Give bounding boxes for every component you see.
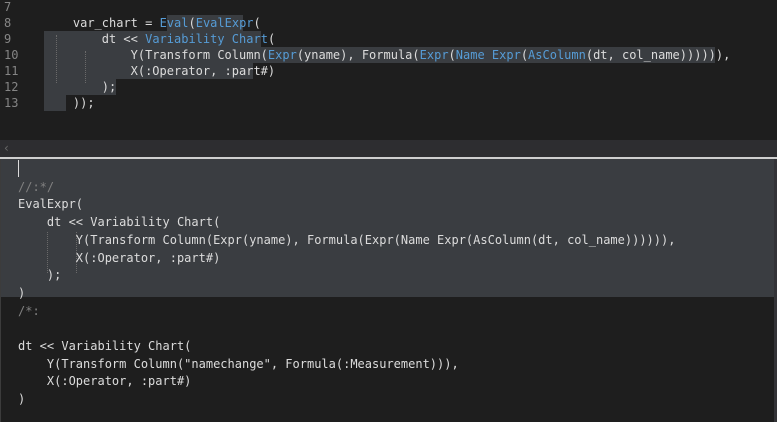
code-line[interactable]: X(:Operator, :part#): [18, 373, 192, 389]
keyword-token: Expr: [419, 48, 449, 62]
code-line[interactable]: Y(Transform Column(Expr(yname), Formula(…: [18, 232, 676, 248]
line-number: 10: [4, 48, 19, 62]
code-line[interactable]: Y(Transform Column("namechange", Formula…: [18, 356, 459, 372]
code-line[interactable]: dt << Variability Chart(: [18, 214, 220, 230]
top-editor-pane[interactable]: 7 8 9 10 11 12 13 var_chart = Eval(EvalExpr(dt…: [0, 0, 777, 140]
line-number: 12: [4, 80, 19, 94]
code-line[interactable]: //:*/: [18, 179, 54, 195]
keyword-token: Variability Chart: [145, 32, 268, 46]
code-line[interactable]: Y(Transform Column(Expr(yname), Formula(…: [131, 47, 731, 63]
code-line[interactable]: ));: [73, 95, 95, 111]
line-number: 7: [4, 0, 12, 14]
code-line[interactable]: );: [102, 79, 116, 95]
code-token: dt <<: [101, 32, 146, 46]
code-line[interactable]: X(:Operator, :part#): [18, 250, 221, 266]
code-token: (: [448, 48, 456, 62]
code-token: (: [520, 48, 529, 62]
code-line[interactable]: dt << Variability Chart(: [102, 31, 275, 47]
keyword-token: EvalExpr: [195, 16, 254, 30]
code-line[interactable]: var_chart = Eval(EvalExpr(: [73, 15, 261, 31]
code-token: var_chart =: [72, 16, 160, 30]
keyword-token: AsColumn: [528, 48, 586, 62]
line-number: 11: [4, 64, 19, 78]
line-number: 9: [4, 32, 12, 46]
code-line[interactable]: ): [18, 391, 25, 407]
code-line[interactable]: );: [18, 267, 61, 283]
keyword-token: Name Expr: [455, 48, 521, 62]
code-token: );: [101, 80, 117, 94]
code-line[interactable]: ): [18, 285, 25, 301]
code-token: ));: [72, 96, 95, 110]
line-number-gutter: 7 8 9 10 11 12 13: [0, 0, 36, 140]
line-number: 13: [4, 96, 19, 110]
keyword-token: Eval: [159, 16, 189, 30]
keyword-token: Expr: [267, 48, 297, 62]
bottom-editor-pane[interactable]: //:*/EvalExpr( dt << Variability Chart( …: [0, 159, 777, 422]
line-number: 8: [4, 16, 12, 30]
text-cursor: [18, 160, 19, 177]
code-token: (: [188, 16, 196, 30]
code-line[interactable]: dt << Variability Chart(: [18, 338, 191, 354]
code-token: Y(Transform Column(: [130, 48, 268, 62]
scroll-left-icon[interactable]: ‹: [4, 141, 9, 155]
code-line[interactable]: EvalExpr(: [18, 196, 83, 212]
code-token: (yname), Formula(: [296, 48, 420, 62]
code-token: (: [267, 32, 276, 46]
code-token: (dt, col_name)))))),: [585, 48, 731, 62]
code-line[interactable]: X(:Operator, :part#): [131, 63, 276, 79]
code-token: (: [253, 16, 261, 30]
code-token: X(:Operator, :part#): [130, 64, 276, 78]
code-line[interactable]: /*:: [18, 303, 40, 319]
